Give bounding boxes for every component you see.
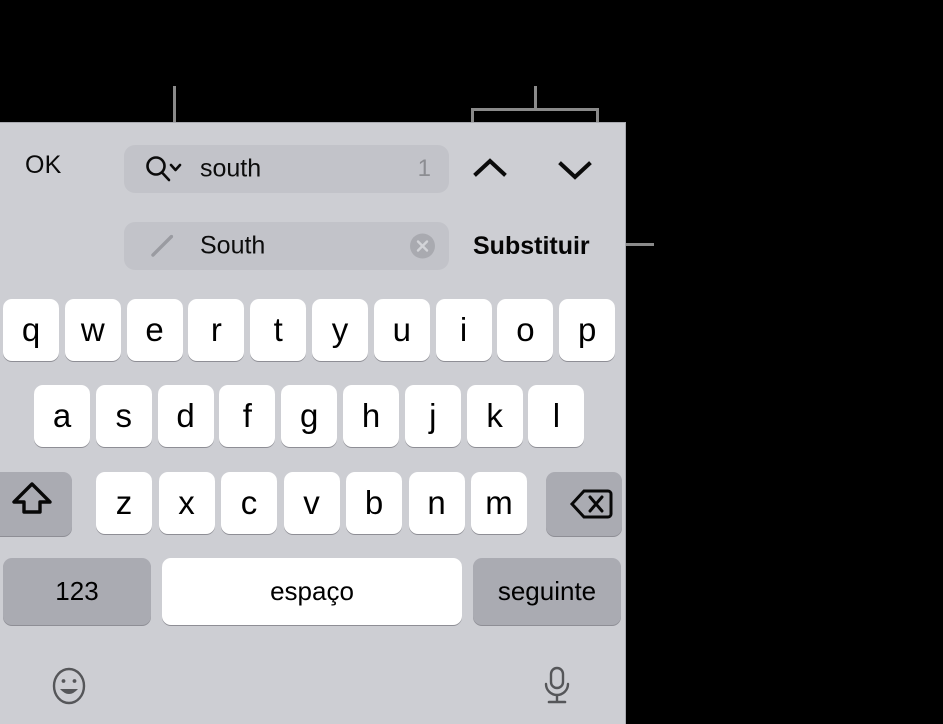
search-input[interactable]: south 1 — [124, 145, 449, 193]
key-k-label: k — [486, 396, 503, 434]
backspace-delete-icon — [569, 489, 613, 519]
key-r[interactable]: r — [188, 299, 245, 361]
key-d-label: d — [176, 396, 195, 434]
key-a[interactable]: a — [34, 385, 90, 447]
replace-input[interactable]: South — [124, 222, 449, 270]
key-w[interactable]: w — [64, 299, 121, 361]
key-k[interactable]: k — [466, 385, 523, 447]
key-l[interactable]: l — [528, 385, 585, 447]
key-w-label: w — [80, 310, 105, 348]
key-p-label: p — [578, 310, 597, 348]
key-j-label: j — [429, 396, 437, 434]
pencil-icon — [144, 231, 184, 261]
find-replace-toolbar: OK south 1 South Substituir — [0, 123, 626, 319]
clear-icon[interactable] — [410, 233, 435, 259]
numbers-key-label: 123 — [55, 575, 99, 606]
smiley-face-icon[interactable] — [49, 666, 89, 706]
space-key-label: espaço — [270, 575, 354, 606]
navigation-callout-bracket — [471, 108, 599, 111]
key-f[interactable]: f — [219, 385, 276, 447]
key-s[interactable]: s — [95, 385, 152, 447]
chevron-down-icon[interactable] — [552, 154, 598, 184]
key-u-label: u — [392, 310, 411, 348]
key-l-label: l — [552, 396, 561, 434]
numbers-key[interactable]: 123 — [3, 558, 151, 625]
key-m-label: m — [485, 483, 513, 521]
key-q[interactable]: q — [3, 299, 59, 361]
key-z[interactable]: z — [96, 472, 152, 534]
chevron-up-icon[interactable] — [467, 154, 513, 184]
done-button[interactable]: OK — [25, 151, 62, 180]
key-c-label: c — [240, 483, 258, 521]
key-x-label: x — [178, 483, 195, 521]
key-o-label: o — [516, 310, 535, 348]
key-g[interactable]: g — [281, 385, 338, 447]
key-m[interactable]: m — [471, 472, 527, 534]
key-s-label: s — [115, 396, 133, 434]
return-key-label: seguinte — [497, 575, 597, 606]
key-e-label: e — [145, 310, 164, 348]
key-c[interactable]: c — [221, 472, 277, 534]
return-key[interactable]: seguinte — [473, 558, 621, 625]
key-i-label: i — [459, 310, 468, 348]
key-p[interactable]: p — [559, 299, 616, 361]
match-count: 1 — [417, 155, 431, 182]
key-b-label: b — [364, 483, 384, 521]
backspace-key[interactable] — [546, 472, 622, 536]
magnifier-chevron-icon[interactable] — [144, 154, 184, 184]
key-f-label: f — [242, 396, 252, 434]
key-b[interactable]: b — [346, 472, 402, 534]
key-h[interactable]: h — [343, 385, 399, 447]
key-j[interactable]: j — [404, 385, 461, 447]
key-t[interactable]: t — [250, 299, 307, 361]
key-i[interactable]: i — [435, 299, 492, 361]
key-q-label: q — [21, 310, 41, 348]
key-z-label: z — [115, 483, 133, 521]
search-input-value: south — [200, 154, 262, 183]
key-y-label: y — [331, 310, 349, 348]
space-key[interactable]: espaço — [162, 558, 462, 625]
key-a-label: a — [52, 396, 72, 434]
replace-button[interactable]: Substituir — [473, 232, 590, 261]
key-d[interactable]: d — [157, 385, 214, 447]
key-e[interactable]: e — [126, 299, 183, 361]
shift-arrow-icon — [12, 482, 52, 514]
key-r-label: r — [210, 310, 222, 348]
key-v[interactable]: v — [283, 472, 340, 534]
key-g-label: g — [300, 396, 319, 434]
key-y[interactable]: y — [312, 299, 368, 361]
replace-input-value: South — [200, 231, 266, 260]
key-u[interactable]: u — [373, 299, 430, 361]
key-n[interactable]: n — [408, 472, 465, 534]
keyboard-panel: OK south 1 South Substituir q w e r t y … — [0, 122, 626, 724]
key-h-label: h — [361, 396, 381, 434]
key-x[interactable]: x — [158, 472, 215, 534]
key-n-label: n — [427, 483, 446, 521]
microphone-icon[interactable] — [537, 664, 577, 708]
key-v-label: v — [303, 483, 320, 521]
key-t-label: t — [273, 310, 283, 348]
navigation-callout-stem — [534, 86, 537, 110]
shift-key[interactable] — [0, 472, 72, 536]
key-o[interactable]: o — [497, 299, 554, 361]
